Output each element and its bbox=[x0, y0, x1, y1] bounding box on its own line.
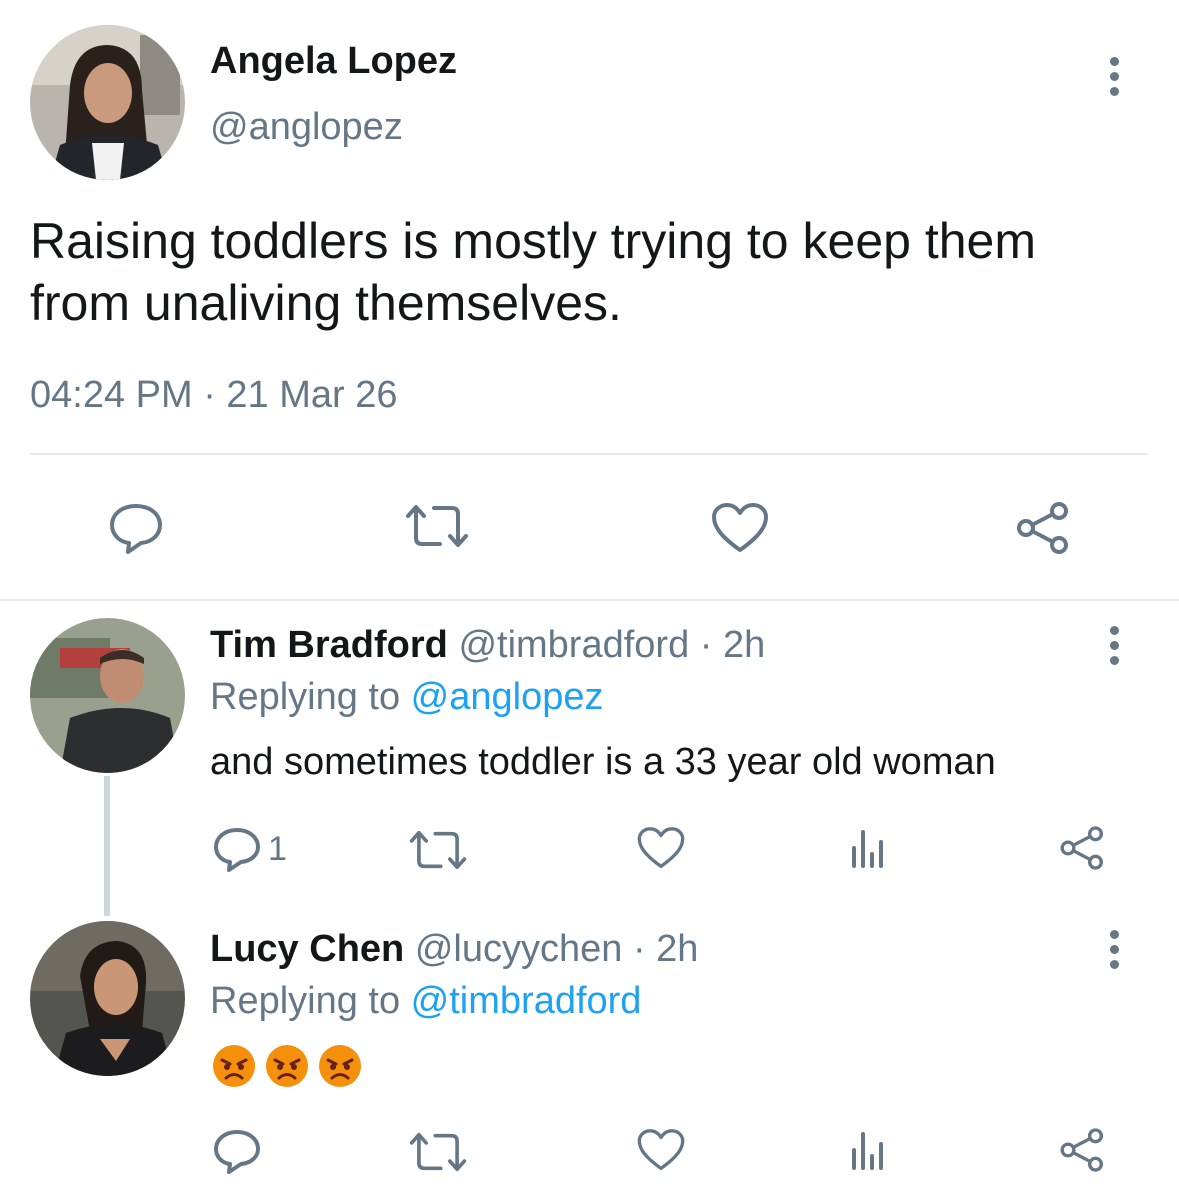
analytics-button[interactable] bbox=[848, 828, 888, 868]
thread-line bbox=[104, 776, 110, 916]
divider bbox=[30, 453, 1148, 455]
like-button[interactable] bbox=[710, 502, 770, 554]
replying-to-link[interactable]: @anglopez bbox=[411, 676, 604, 718]
like-icon bbox=[712, 503, 768, 552]
reply-button[interactable]: 1 bbox=[212, 826, 287, 872]
angry-face-emoji bbox=[319, 1045, 361, 1087]
share-button[interactable] bbox=[1014, 500, 1074, 556]
tweet-timestamp[interactable]: 04:24 PM · 21 Mar 26 bbox=[30, 374, 398, 417]
analytics-icon bbox=[852, 830, 883, 868]
share-icon bbox=[1060, 826, 1103, 870]
tweet-text: Raising toddlers is mostly trying to kee… bbox=[30, 210, 1036, 334]
reply-icon bbox=[214, 1130, 260, 1174]
more-options-button[interactable] bbox=[1104, 930, 1124, 969]
author-handle[interactable]: @anglopez bbox=[210, 106, 403, 149]
more-options-button[interactable] bbox=[1104, 626, 1124, 665]
analytics-button[interactable] bbox=[848, 1130, 888, 1170]
like-button[interactable] bbox=[636, 1128, 686, 1172]
share-icon bbox=[1060, 1128, 1103, 1172]
replying-to-label: Replying to bbox=[210, 980, 411, 1022]
share-button[interactable] bbox=[1058, 1126, 1108, 1174]
tweet-text-line: Raising toddlers is mostly trying to kee… bbox=[30, 213, 1036, 269]
avatar-tim-bradford[interactable] bbox=[30, 618, 185, 773]
angry-face-emoji bbox=[213, 1045, 255, 1087]
reply-icon bbox=[110, 504, 162, 554]
reply-button[interactable] bbox=[212, 1128, 262, 1174]
retweet-icon bbox=[406, 505, 468, 547]
retweet-button[interactable] bbox=[408, 1130, 468, 1174]
replying-to: Replying to @timbradford bbox=[210, 980, 641, 1023]
like-button[interactable] bbox=[636, 826, 686, 870]
like-icon bbox=[637, 827, 685, 868]
angry-face-emoji bbox=[266, 1045, 308, 1087]
author-handle[interactable]: @lucyychen bbox=[415, 928, 623, 970]
author-name[interactable]: Tim Bradford bbox=[210, 624, 448, 666]
avatar-angela-lopez[interactable] bbox=[30, 25, 185, 180]
like-icon bbox=[637, 1129, 685, 1170]
reply-time[interactable]: · 2h bbox=[700, 624, 765, 666]
tweet-text-line: from unaliving themselves. bbox=[30, 275, 622, 331]
retweet-icon bbox=[409, 1132, 467, 1172]
divider bbox=[0, 599, 1179, 601]
avatar-lucy-chen[interactable] bbox=[30, 921, 185, 1076]
retweet-icon bbox=[409, 830, 467, 870]
more-options-button[interactable] bbox=[1104, 57, 1124, 96]
analytics-icon bbox=[852, 1132, 883, 1170]
reply-header: Lucy Chen @lucyychen · 2h bbox=[210, 928, 698, 971]
share-icon bbox=[1017, 502, 1068, 554]
reply-header: Tim Bradford @timbradford · 2h bbox=[210, 624, 765, 667]
reply-text: and sometimes toddler is a 33 year old w… bbox=[210, 741, 996, 783]
replying-to: Replying to @anglopez bbox=[210, 676, 604, 719]
author-handle[interactable]: @timbradford bbox=[458, 624, 689, 666]
reply-time[interactable]: · 2h bbox=[633, 928, 698, 970]
share-button[interactable] bbox=[1058, 824, 1108, 872]
retweet-button[interactable] bbox=[408, 828, 468, 872]
reply-button[interactable] bbox=[108, 502, 164, 554]
reply-text bbox=[212, 1044, 362, 1088]
author-name[interactable]: Lucy Chen bbox=[210, 928, 404, 970]
reply-icon bbox=[214, 828, 260, 872]
reply-count: 1 bbox=[268, 829, 287, 868]
replying-to-link[interactable]: @timbradford bbox=[411, 980, 642, 1022]
replying-to-label: Replying to bbox=[210, 676, 411, 718]
retweet-button[interactable] bbox=[404, 502, 470, 550]
author-name[interactable]: Angela Lopez bbox=[210, 40, 457, 83]
